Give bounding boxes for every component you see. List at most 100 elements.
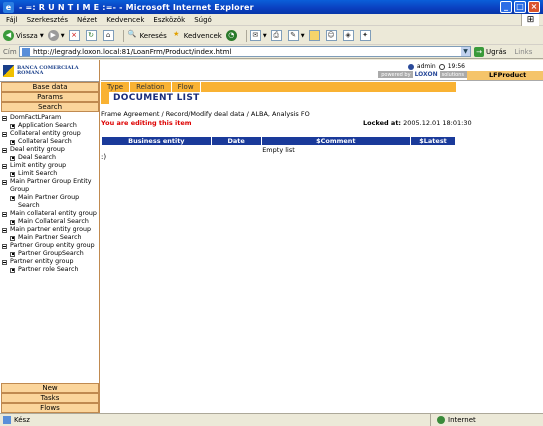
tree-leaf[interactable]: Main Collateral Search <box>2 218 99 226</box>
history-icon: ◔ <box>225 30 237 41</box>
tree-group[interactable]: Collateral entity group <box>2 130 99 138</box>
print-button[interactable]: ⎙ <box>270 30 284 41</box>
leaf-icon <box>10 155 15 161</box>
collapse-icon <box>2 131 7 137</box>
home-icon: ⌂ <box>102 30 114 41</box>
nav-base-data-button[interactable]: Base data <box>1 82 99 92</box>
collapse-icon <box>2 243 7 249</box>
back-button[interactable]: ◀ Vissza ▼ <box>3 30 44 41</box>
main-content: admin 19:56 powered by LOXON solutions L… <box>101 60 543 413</box>
favorites-button[interactable]: ★ Kedvencek <box>171 30 222 41</box>
tree-group-label: Main partner entity group <box>10 226 91 233</box>
username: admin <box>416 63 436 70</box>
stop-icon: × <box>68 30 80 41</box>
links-button[interactable]: Links <box>514 48 532 56</box>
tab-relation[interactable]: Relation <box>130 82 172 92</box>
menu-tools[interactable]: Eszközök <box>153 16 185 24</box>
close-button[interactable]: × <box>528 1 540 13</box>
messenger-button[interactable]: ☺ <box>325 30 339 41</box>
toolbar-separator <box>245 29 247 42</box>
research-button[interactable]: ◈ <box>342 30 356 41</box>
tree-leaf[interactable]: Application Search <box>2 122 99 130</box>
folder-icon <box>308 30 320 41</box>
zone-label: Internet <box>448 416 476 424</box>
tree-group[interactable]: Main collateral entity group <box>2 210 99 218</box>
tree-group[interactable]: Limit entity group <box>2 162 99 170</box>
col-comment[interactable]: $Comment <box>260 136 412 146</box>
minimize-button[interactable]: _ <box>500 1 512 13</box>
menu-file[interactable]: Fájl <box>6 16 18 24</box>
tree-leaf-label: Partner GroupSearch <box>18 250 84 257</box>
user-info: admin 19:56 <box>407 63 465 70</box>
tree-group[interactable]: Partner Group entity group <box>2 242 99 250</box>
search-label: Keresés <box>139 31 167 40</box>
leaf-icon <box>10 251 15 257</box>
chevron-down-icon[interactable]: ▼ <box>461 47 470 56</box>
tab-bar: Type Relation Flow <box>101 82 456 92</box>
maximize-button[interactable]: □ <box>514 1 526 13</box>
tree-leaf[interactable]: Deal Search <box>2 154 99 162</box>
tree-leaf-label: Deal Search <box>18 154 56 161</box>
tab-type[interactable]: Type <box>101 82 131 92</box>
home-button[interactable]: ⌂ <box>102 30 116 41</box>
tree-leaf[interactable]: Collateral Search <box>2 138 99 146</box>
menu-view[interactable]: Nézet <box>77 16 97 24</box>
tree-leaf-label: Collateral Search <box>18 138 72 145</box>
tree-leaf[interactable]: Partner role Search <box>2 266 99 274</box>
tree-group-label: Collateral entity group <box>10 130 81 137</box>
tree-group-label: Main collateral entity group <box>10 210 97 217</box>
tree-leaf[interactable]: Limit Search <box>2 170 99 178</box>
leaf-icon <box>10 235 15 241</box>
collapse-icon <box>2 179 7 185</box>
col-latest[interactable]: $Latest <box>410 136 456 146</box>
tree-group[interactable]: DomFactLParam <box>2 114 99 122</box>
edit-icon: ✎ <box>287 30 299 41</box>
menu-help[interactable]: Súgó <box>194 16 212 24</box>
address-bar: Cím http://legrady.loxon.local:81/LoanFr… <box>0 45 543 59</box>
mail-button[interactable]: ✉ ▼ <box>249 30 267 41</box>
leaf-icon <box>10 219 15 225</box>
col-business-entity[interactable]: Business entity <box>101 136 212 146</box>
nav-params-button[interactable]: Params <box>1 92 99 102</box>
tree-group-label: Partner Group entity group <box>10 242 95 249</box>
menu-bar: Fájl Szerkesztés Nézet Kedvencek Eszközö… <box>0 14 543 26</box>
tree-leaf-label: Main Collateral Search <box>18 218 89 225</box>
refresh-button[interactable]: ↻ <box>85 30 99 41</box>
tree-group[interactable]: Deal entity group <box>2 146 99 154</box>
nav-search-button[interactable]: Search <box>1 102 99 112</box>
forward-button[interactable]: ▶ ▼ <box>47 30 65 41</box>
lock-info: Locked at: 2005.12.01 18:01:30 <box>363 119 472 127</box>
go-arrow-icon: → <box>474 46 484 57</box>
tree-leaf[interactable]: Main Partner Search <box>2 234 99 242</box>
address-input[interactable]: http://legrady.loxon.local:81/LoanFrm/Pr… <box>19 46 471 57</box>
address-url: http://legrady.loxon.local:81/LoanFrm/Pr… <box>33 47 232 56</box>
search-button[interactable]: 🔍 Keresés <box>127 30 167 41</box>
nav-flows-button[interactable]: Flows <box>1 403 99 413</box>
menu-edit[interactable]: Szerkesztés <box>27 16 68 24</box>
history-button[interactable]: ◔ <box>225 30 239 41</box>
tree-group[interactable]: Main Partner Group Entity Group <box>2 178 99 194</box>
loxon-logo: LOXON <box>412 71 440 78</box>
tree-leaf[interactable]: Partner GroupSearch <box>2 250 99 258</box>
discuss-button[interactable]: ✦ <box>359 30 373 41</box>
nav-new-button[interactable]: New <box>1 383 99 393</box>
tree-leaf[interactable]: Main Partner Group Search <box>2 194 99 210</box>
tree-group-label: Deal entity group <box>10 146 65 153</box>
tree-leaf-label: Main Partner Search <box>18 234 82 241</box>
tree-group[interactable]: Partner entity group <box>2 258 99 266</box>
tree-group[interactable]: Main partner entity group <box>2 226 99 234</box>
leaf-icon <box>10 139 15 145</box>
folder-button[interactable] <box>308 30 322 41</box>
go-button[interactable]: → Ugrás <box>474 46 506 57</box>
bank-logo-text: BANCA COMERCIALA ROMANA <box>16 64 79 76</box>
stop-button[interactable]: × <box>68 30 82 41</box>
edit-button[interactable]: ✎ ▼ <box>287 30 305 41</box>
product-name: LFProduct <box>467 71 543 80</box>
tab-flow[interactable]: Flow <box>172 82 201 92</box>
col-date[interactable]: Date <box>210 136 262 146</box>
menu-favorites[interactable]: Kedvencek <box>106 16 144 24</box>
footer-mark: :) <box>101 153 107 161</box>
chevron-down-icon: ▼ <box>60 32 65 39</box>
brand-suffix: solutions <box>441 71 464 78</box>
nav-tasks-button[interactable]: Tasks <box>1 393 99 403</box>
